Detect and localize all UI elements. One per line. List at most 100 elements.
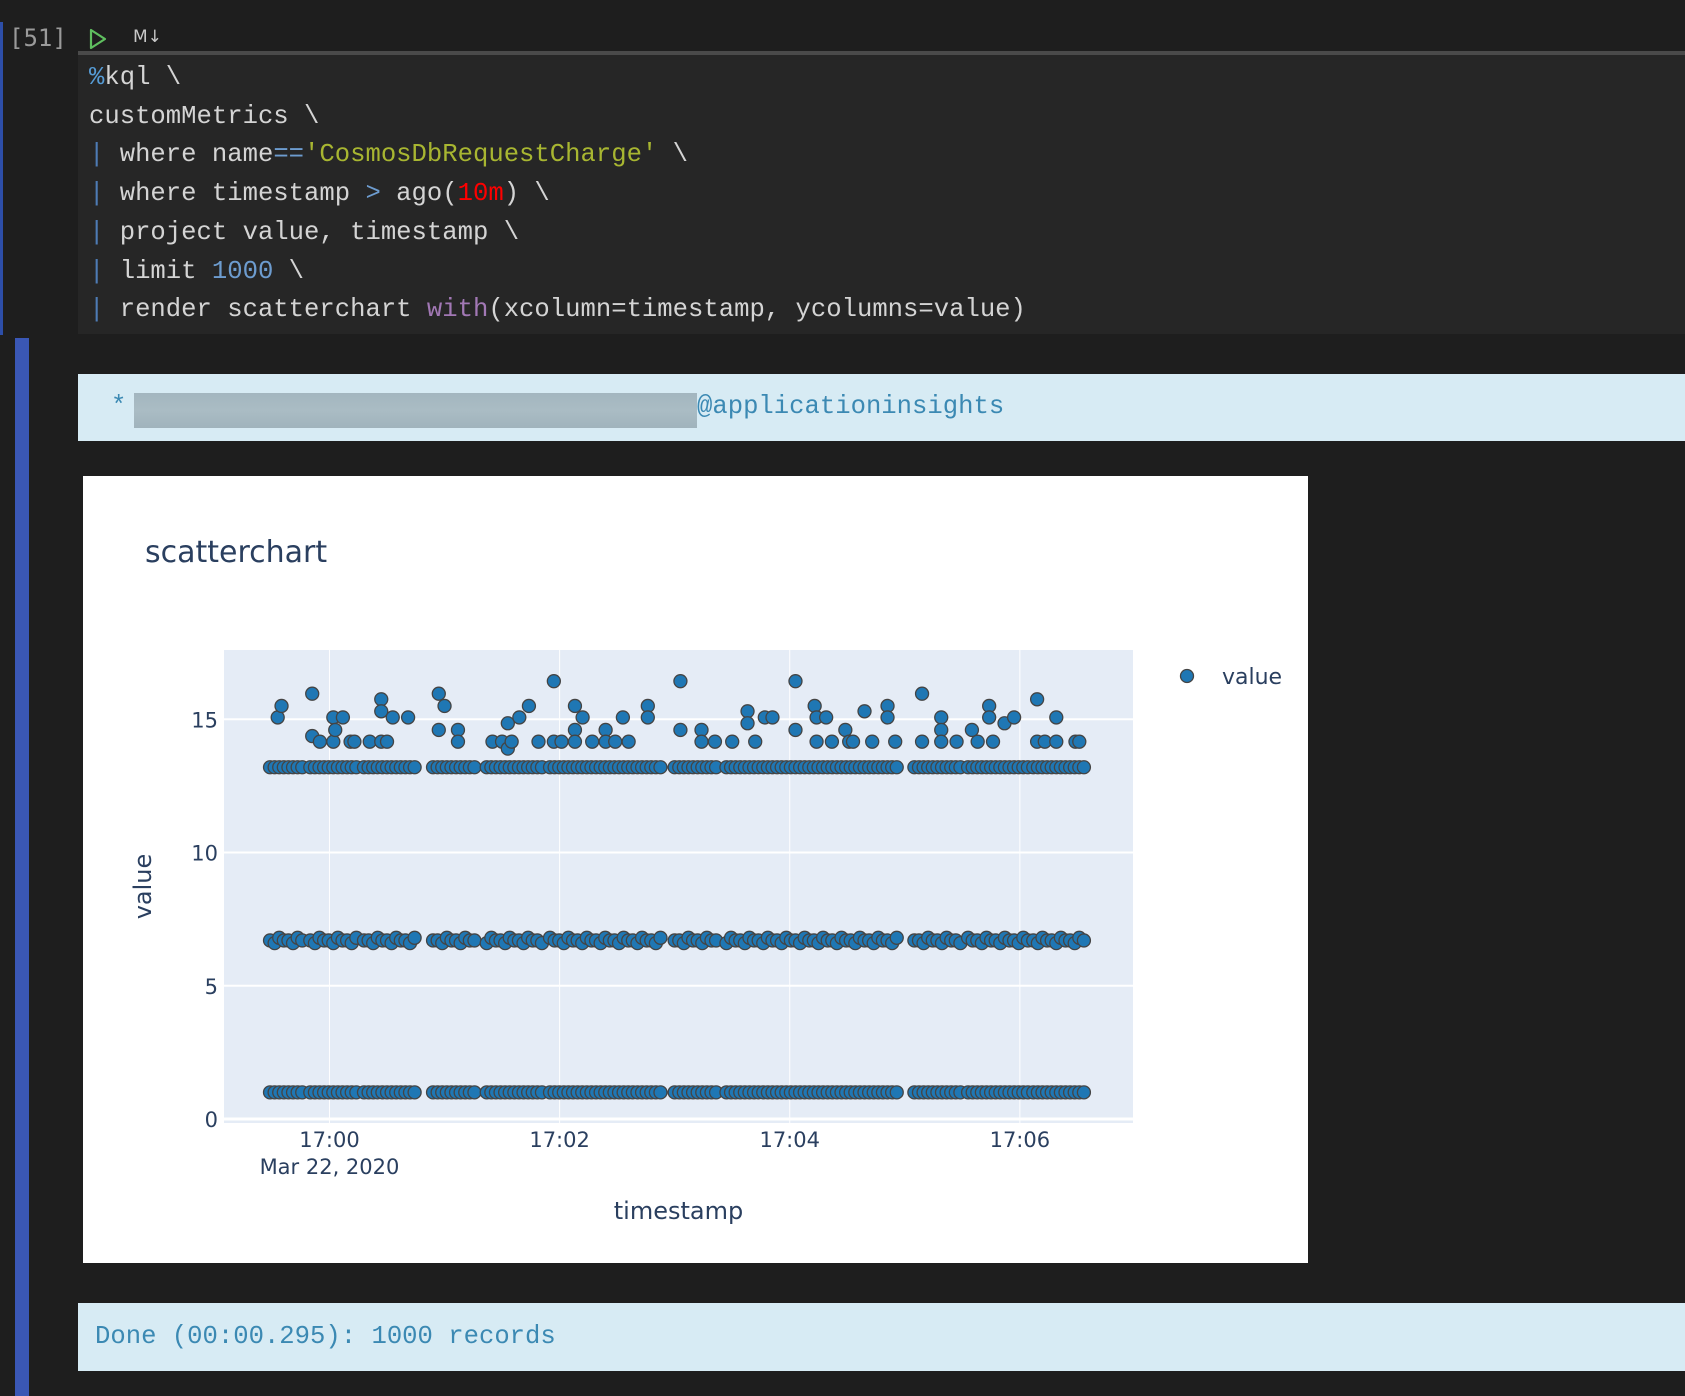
legend-entry-value[interactable]: value xyxy=(1222,665,1282,690)
data-point xyxy=(673,674,688,689)
connection-prefix: * xyxy=(111,392,127,421)
code-token: | xyxy=(89,217,120,247)
data-point xyxy=(748,734,763,749)
data-point xyxy=(949,734,964,749)
data-point xyxy=(467,933,482,948)
output-collapse-bar[interactable] xyxy=(15,338,29,1396)
data-point xyxy=(982,710,997,725)
data-point xyxy=(567,722,583,738)
y-tick-label: 10 xyxy=(191,842,218,866)
data-point xyxy=(889,760,904,775)
y-tick-label: 5 xyxy=(205,975,218,999)
code-token: limit xyxy=(119,256,212,286)
data-point xyxy=(467,760,482,775)
y-axis-label: value xyxy=(129,854,157,920)
code-line: | limit 1000 \ xyxy=(89,257,304,287)
code-line: | project value, timestamp \ xyxy=(89,218,519,248)
data-point xyxy=(328,722,343,738)
data-point xyxy=(554,734,569,749)
data-point xyxy=(970,734,985,749)
data-point xyxy=(914,734,930,749)
data-point xyxy=(400,710,416,725)
code-token: customMetrics \ xyxy=(89,101,320,131)
data-point xyxy=(621,734,636,749)
data-point xyxy=(740,704,755,719)
data-point xyxy=(312,734,328,749)
chart-container: scatterchart 0 5 10 15 17:00 Mar 22, 2020 17:0… xyxy=(83,476,1308,1263)
code-token: 10m xyxy=(457,179,504,209)
x-tick-label: 17:02 xyxy=(529,1128,590,1152)
data-point xyxy=(880,710,895,725)
data-point xyxy=(575,710,590,725)
data-point xyxy=(431,686,446,701)
code-token: render scatterchart xyxy=(119,295,427,325)
data-point xyxy=(765,710,780,725)
data-point xyxy=(347,734,362,749)
execution-count: [51] xyxy=(9,24,67,52)
data-point xyxy=(694,734,709,749)
data-point xyxy=(450,734,466,749)
data-point xyxy=(819,710,834,725)
redacted-account-name xyxy=(134,393,697,428)
legend[interactable]: value xyxy=(1179,665,1283,690)
data-point xyxy=(546,674,561,689)
scatter-chart[interactable]: scatterchart 0 5 10 15 17:00 Mar 22, 2020 17:0… xyxy=(83,476,1308,1263)
code-token: where timestamp xyxy=(119,179,366,209)
data-point xyxy=(1049,734,1064,749)
data-point xyxy=(512,710,527,725)
data-point xyxy=(838,722,853,738)
code-token: | xyxy=(89,295,120,325)
data-point xyxy=(845,734,861,749)
data-point xyxy=(788,674,803,689)
legend-marker-icon xyxy=(1179,668,1195,684)
data-point xyxy=(385,710,400,725)
cell-focus-border xyxy=(0,22,3,335)
connection-info-box: * @applicationinsights xyxy=(78,374,1685,441)
connection-suffix: @applicationinsights xyxy=(697,392,1005,421)
data-point xyxy=(889,930,904,945)
code-token: > xyxy=(365,179,381,209)
data-point xyxy=(431,722,446,738)
y-tick-label: 15 xyxy=(191,708,218,732)
data-point xyxy=(1076,1085,1092,1100)
status-text: Done (00:00.295): 1000 records xyxy=(95,1322,556,1351)
code-line: | render scatterchart with(xcolumn=times… xyxy=(89,295,1026,325)
code-token: ago( xyxy=(380,179,458,209)
markdown-toggle-button[interactable]: M↓ xyxy=(133,27,162,47)
data-point xyxy=(326,734,341,749)
data-point xyxy=(521,698,537,714)
code-line: customMetrics \ xyxy=(89,102,319,132)
data-point xyxy=(504,734,519,749)
data-point xyxy=(598,722,613,738)
data-point xyxy=(985,734,1001,749)
x-tick-sublabel: Mar 22, 2020 xyxy=(260,1155,400,1179)
data-point xyxy=(788,722,803,738)
code-token: with xyxy=(426,295,489,325)
data-point xyxy=(653,760,668,775)
x-axis-label: timestamp xyxy=(614,1197,743,1225)
data-point xyxy=(934,722,949,738)
data-point xyxy=(335,710,351,725)
code-token: | xyxy=(89,256,120,286)
data-point xyxy=(964,722,980,738)
data-point xyxy=(1029,692,1045,707)
data-point xyxy=(725,734,740,749)
data-point xyxy=(407,1085,422,1100)
code-editor[interactable]: %kql \ customMetrics \ | where name=='Cosm… xyxy=(78,55,1685,334)
data-point xyxy=(673,722,688,738)
code-line: | where name=='CosmosDbRequestCharge' \ xyxy=(89,140,688,170)
data-point xyxy=(1006,710,1022,725)
data-point xyxy=(1072,734,1087,749)
code-token: project value, timestamp \ xyxy=(119,217,520,247)
code-token: 'CosmosDbRequestCharge' xyxy=(304,140,658,170)
code-token: ) \ xyxy=(503,179,550,209)
run-cell-button[interactable] xyxy=(88,28,108,50)
chart-title: scatterchart xyxy=(145,535,327,570)
data-point xyxy=(865,734,880,749)
data-point xyxy=(305,686,320,701)
data-point xyxy=(1076,933,1092,948)
data-point xyxy=(615,710,631,725)
data-point xyxy=(824,734,840,749)
data-point xyxy=(407,930,422,945)
data-point xyxy=(857,704,872,719)
